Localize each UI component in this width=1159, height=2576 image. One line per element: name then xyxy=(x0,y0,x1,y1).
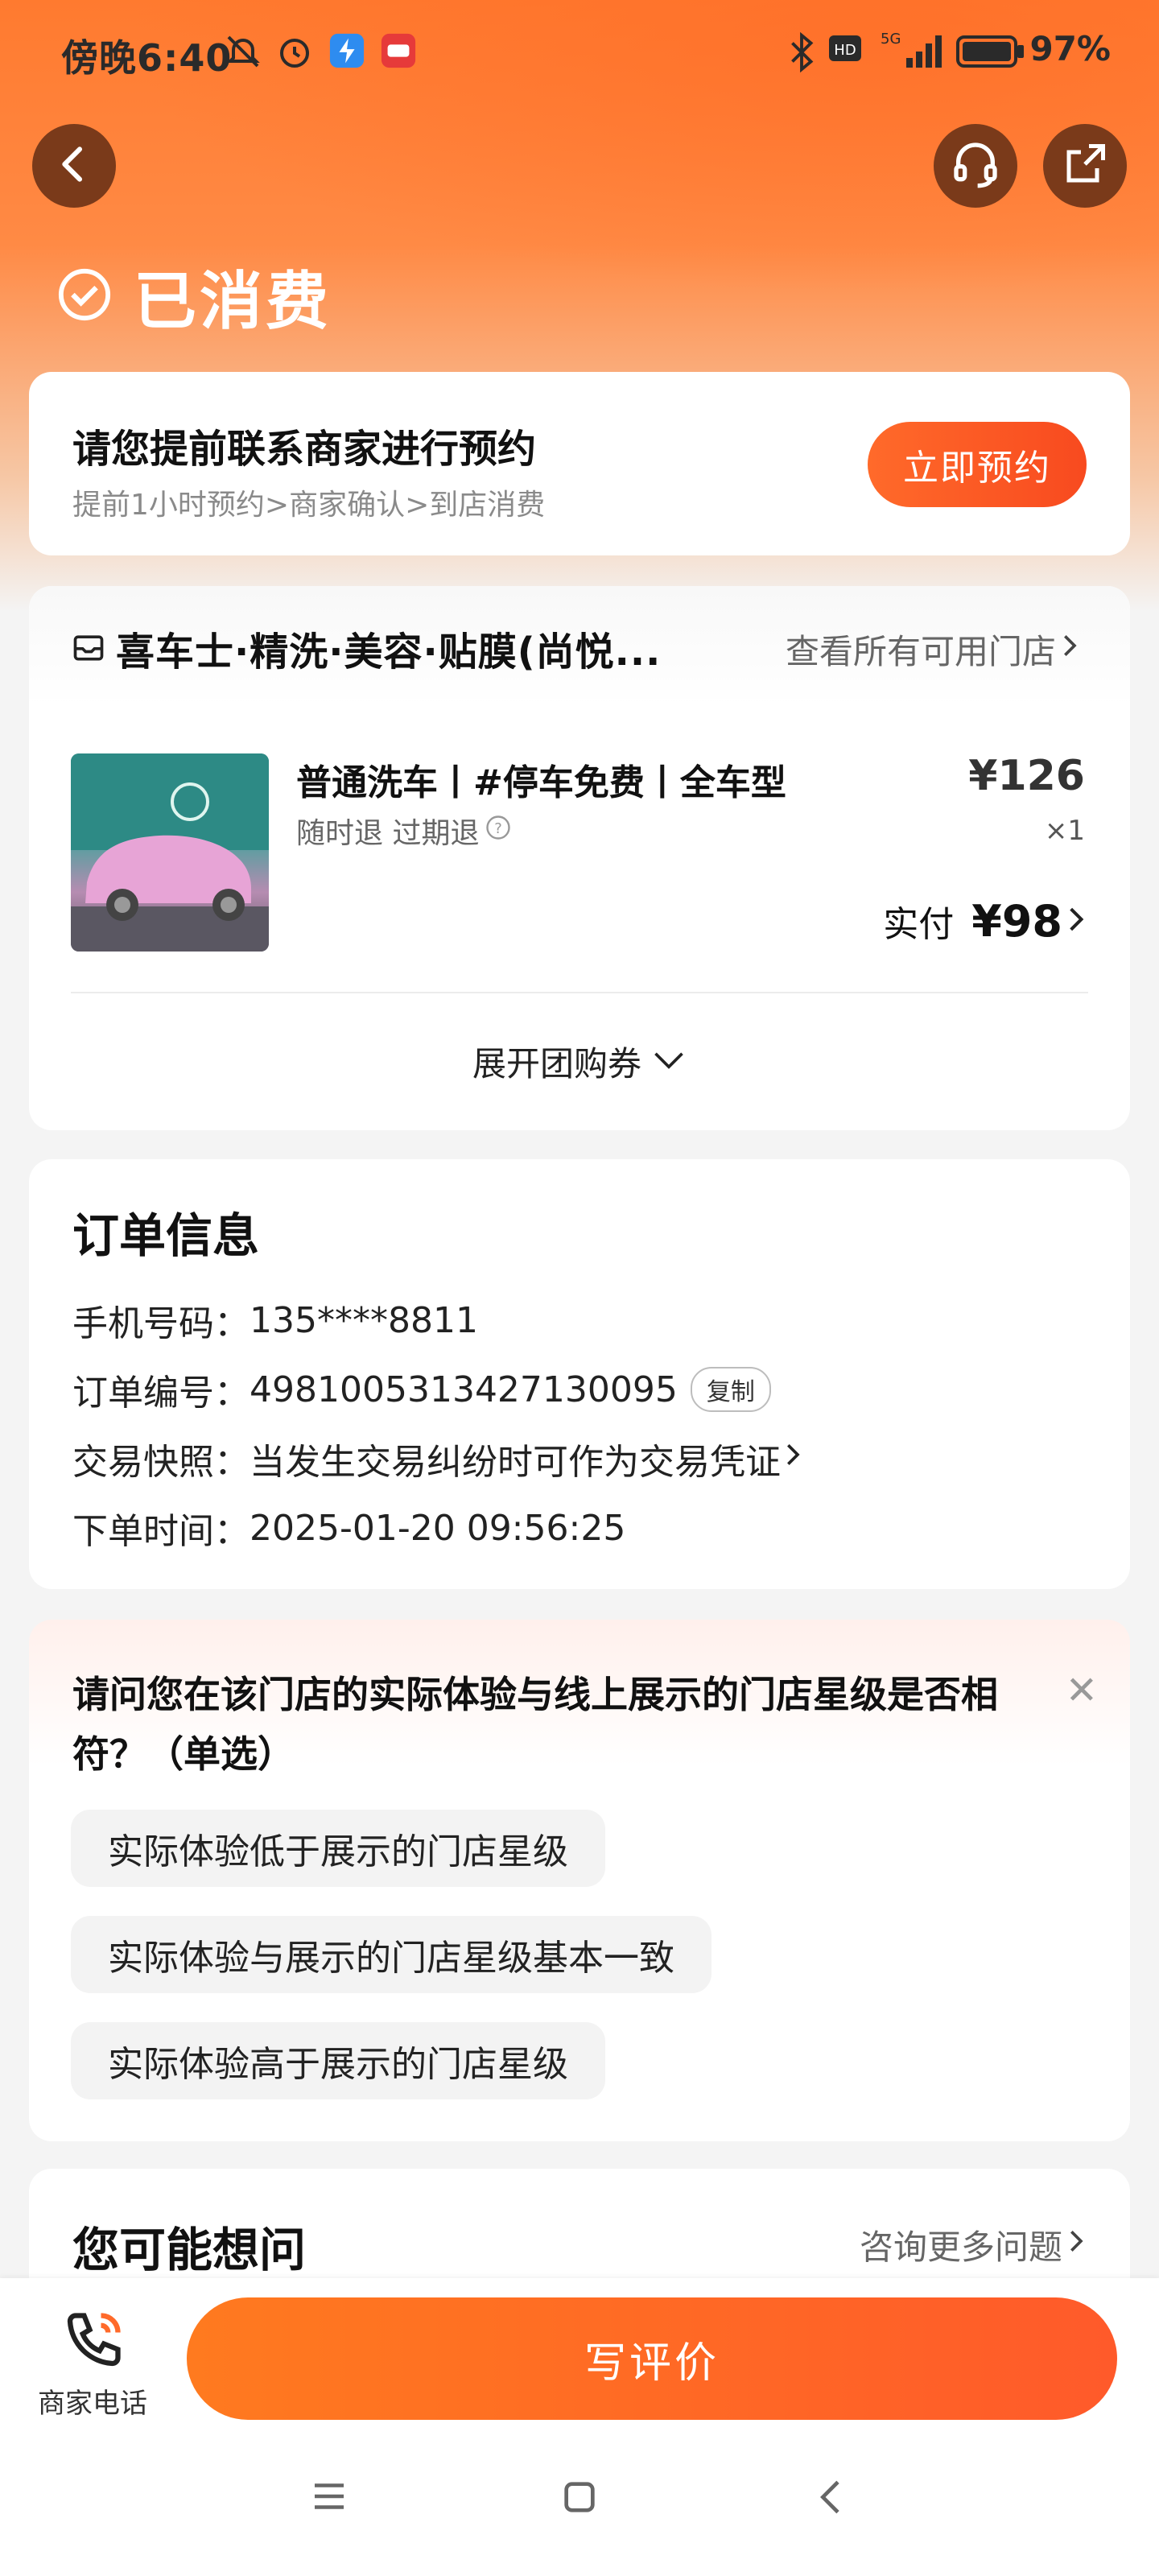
more-questions-label: 咨询更多问题 xyxy=(859,2227,1062,2267)
product-name: 普通洗车丨#停车免费丨全车型 xyxy=(296,762,786,803)
phone-label: 手机号码： xyxy=(72,1303,250,1344)
help-icon[interactable]: ? xyxy=(484,813,513,849)
headset-icon xyxy=(950,138,1001,193)
alarm-icon xyxy=(275,32,314,74)
chevron-right-icon xyxy=(1062,902,1091,940)
battery-icon xyxy=(956,35,1025,71)
app-notification-icon-2 xyxy=(380,32,417,72)
order-number-row: 订单编号： 4981005313427130095 复制 xyxy=(72,1364,771,1415)
order-number-value: 4981005313427130095 xyxy=(250,1368,678,1410)
battery-percent: 97% xyxy=(1029,29,1111,68)
bluetooth-icon xyxy=(786,31,818,76)
chevron-right-icon xyxy=(1056,630,1085,670)
phone-value: 135****8811 xyxy=(250,1299,478,1341)
expand-voucher-button[interactable]: 展开团购券 xyxy=(29,1037,1130,1086)
share-button[interactable] xyxy=(1043,124,1127,208)
status-time: 傍晚6:40 xyxy=(61,36,233,80)
refund-tags: 随时退 过期退 ? xyxy=(296,810,513,852)
snapshot-row[interactable]: 交易快照： 当发生交易纠纷时可作为交易凭证 xyxy=(72,1433,806,1484)
close-icon[interactable]: ✕ xyxy=(1066,1668,1098,1713)
snapshot-label: 交易快照： xyxy=(72,1442,250,1483)
menu-icon[interactable] xyxy=(307,2475,351,2521)
expand-voucher-label: 展开团购券 xyxy=(472,1044,641,1084)
hd-icon: HD xyxy=(829,32,861,68)
order-time-value: 2025-01-20 09:56:25 xyxy=(250,1507,626,1549)
store-icon xyxy=(71,630,106,668)
chevron-left-icon xyxy=(52,142,97,190)
order-number-label: 订单编号： xyxy=(72,1373,250,1414)
write-review-button[interactable]: 写评价 xyxy=(187,2297,1117,2420)
all-stores-label: 查看所有可用门店 xyxy=(785,632,1056,671)
home-icon[interactable] xyxy=(557,2475,602,2523)
store-name: 喜车士·精洗·美容·贴膜(尚悦... xyxy=(116,630,662,675)
copy-button[interactable]: 复制 xyxy=(690,1367,771,1412)
customer-service-button[interactable] xyxy=(934,124,1017,208)
appointment-card: 请您提前联系商家进行预约 提前1小时预约>商家确认>到店消费 立即预约 xyxy=(29,372,1130,555)
back-nav-icon[interactable] xyxy=(810,2475,855,2523)
order-status: 已消费 xyxy=(56,251,332,341)
divider xyxy=(71,992,1088,993)
faq-title: 您可能想问 xyxy=(72,2223,307,2277)
order-time-row: 下单时间： 2025-01-20 09:56:25 xyxy=(72,1502,625,1554)
paid-amount: ¥98 xyxy=(971,895,1062,947)
chevron-down-icon xyxy=(651,1042,687,1081)
refund-tags-label: 随时退 过期退 xyxy=(296,817,480,850)
store-header[interactable]: 喜车士·精洗·美容·贴膜(尚悦... 查看所有可用门店 xyxy=(29,586,1130,707)
phone-icon xyxy=(59,2313,126,2378)
snapshot-value: 当发生交易纠纷时可作为交易凭证 xyxy=(250,1442,781,1483)
appointment-title: 请您提前联系商家进行预约 xyxy=(72,427,537,472)
product-quantity: ×1 xyxy=(1044,815,1085,847)
chevron-right-icon xyxy=(781,1439,806,1480)
paid-amount-row[interactable]: 实付 ¥98 xyxy=(883,895,1091,947)
order-info-title: 订单信息 xyxy=(72,1208,260,1263)
all-stores-link[interactable]: 查看所有可用门店 xyxy=(786,625,1085,674)
chevron-right-icon xyxy=(1062,2225,1091,2265)
product-price: ¥126 xyxy=(968,752,1085,800)
survey-option-higher[interactable]: 实际体验高于展示的门店星级 xyxy=(71,2022,605,2099)
survey-question: 请问您在该门店的实际体验与线上展示的门店星级是否相符？（单选） xyxy=(72,1673,998,1776)
survey-option-lower[interactable]: 实际体验低于展示的门店星级 xyxy=(71,1810,605,1887)
order-status-label: 已消费 xyxy=(134,266,332,338)
share-icon xyxy=(1061,140,1109,192)
back-button[interactable] xyxy=(32,124,116,208)
survey-card: 请问您在该门店的实际体验与线上展示的门店星级是否相符？（单选） ✕ 实际体验低于… xyxy=(29,1620,1130,2141)
store-card: 喜车士·精洗·美容·贴膜(尚悦... 查看所有可用门店 普通洗车丨#停车免费丨全… xyxy=(29,586,1130,1130)
phone-row: 手机号码： 135****8811 xyxy=(72,1294,478,1346)
merchant-phone-button[interactable]: 商家电话 xyxy=(32,2307,153,2421)
status-bar: 傍晚6:40 HD 5G 97% xyxy=(0,0,1159,113)
survey-option-same[interactable]: 实际体验与展示的门店星级基本一致 xyxy=(71,1916,711,1993)
product-image[interactable] xyxy=(71,753,269,952)
network-type-label: 5G xyxy=(881,31,901,47)
book-now-button[interactable]: 立即预约 xyxy=(868,422,1087,507)
svg-text:HD: HD xyxy=(834,42,856,59)
more-questions-link[interactable]: 咨询更多问题 xyxy=(860,2220,1091,2269)
appointment-steps: 提前1小时预约>商家确认>到店消费 xyxy=(72,489,546,522)
mute-bell-icon xyxy=(224,32,262,74)
merchant-phone-label: 商家电话 xyxy=(38,2388,147,2420)
app-notification-icon xyxy=(328,32,365,72)
check-circle-icon xyxy=(56,266,113,326)
order-time-label: 下单时间： xyxy=(72,1511,250,1552)
paid-label: 实付 xyxy=(883,904,955,945)
signal-icon: 5G xyxy=(874,29,947,74)
order-info-card: 订单信息 手机号码： 135****8811 订单编号： 49810053134… xyxy=(29,1159,1130,1589)
bottom-action-bar: 商家电话 写评价 xyxy=(0,2278,1159,2576)
svg-text:?: ? xyxy=(495,819,503,836)
